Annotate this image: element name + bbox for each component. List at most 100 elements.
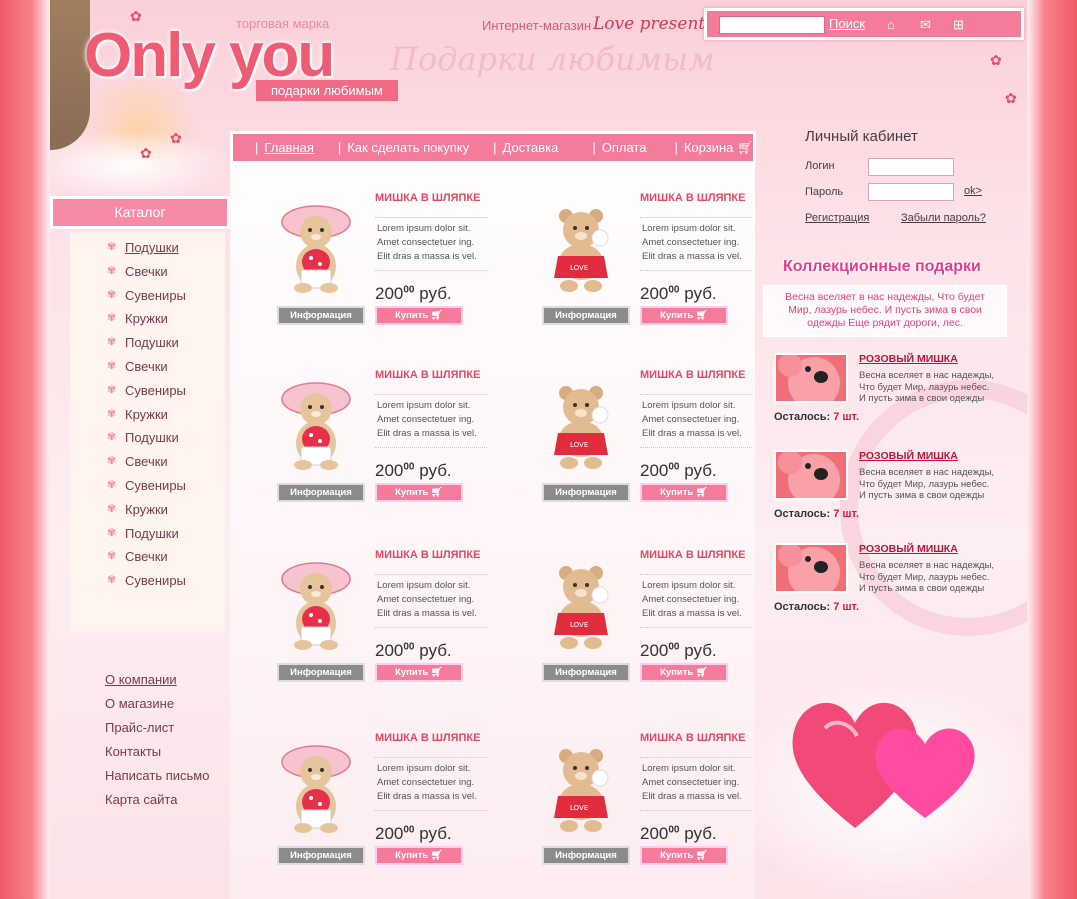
product-image[interactable]: LOVE xyxy=(544,740,618,834)
catalog-item-label: Подушки xyxy=(125,240,179,255)
search-input[interactable] xyxy=(719,16,825,34)
buy-button[interactable]: Купить 🛒︎ xyxy=(640,846,728,865)
buy-button[interactable]: Купить 🛒︎ xyxy=(375,306,463,325)
buy-button[interactable]: Купить 🛒︎ xyxy=(375,663,463,682)
buy-button[interactable]: Купить 🛒︎ xyxy=(640,483,728,502)
product-title[interactable]: МИШКА В ШЛЯПКЕ xyxy=(640,732,745,744)
flower-bullet-icon: ✾ xyxy=(107,502,117,515)
flower-bullet-icon: ✾ xyxy=(107,407,117,420)
catalog-item[interactable]: ✾ Сувениры xyxy=(107,478,186,493)
price-currency: руб. xyxy=(419,284,452,303)
price-currency: руб. xyxy=(419,641,452,660)
info-button[interactable]: Информация xyxy=(542,846,630,865)
gift-image[interactable] xyxy=(774,543,848,593)
info-button[interactable]: Информация xyxy=(277,483,365,502)
catalog-item[interactable]: ✾ Свечки xyxy=(107,549,168,564)
product-description-line: Elit dras a massa is vel. xyxy=(642,251,742,262)
product-image[interactable]: LOVE xyxy=(544,377,618,471)
gift-image[interactable] xyxy=(774,353,848,403)
nav-delivery[interactable]: | Доставка xyxy=(493,140,558,155)
nav-home[interactable]: | Главная xyxy=(255,140,314,155)
link-price-list[interactable]: Прайс-лист xyxy=(105,720,209,744)
price-value: 200 xyxy=(640,284,669,303)
buy-button[interactable]: Купить 🛒︎ xyxy=(375,483,463,502)
search-button[interactable]: Поиск xyxy=(829,16,865,31)
catalog-item[interactable]: ✾ Свечки xyxy=(107,264,168,279)
product-price: 20000 руб. xyxy=(640,824,717,844)
catalog-item[interactable]: ✾ Подушки xyxy=(107,335,179,350)
info-button[interactable]: Информация xyxy=(277,846,365,865)
catalog-item[interactable]: ✾ Кружки xyxy=(107,311,168,326)
catalog-item[interactable]: ✾ Подушки xyxy=(107,240,179,255)
product-card: LOVE МИШКА В ШЛЯПКЕ Lorem ipsum dolor sit.… xyxy=(520,732,770,899)
link-contacts[interactable]: Контакты xyxy=(105,744,209,768)
info-button[interactable]: Информация xyxy=(277,306,365,325)
gift-image[interactable] xyxy=(774,450,848,500)
link-about-shop[interactable]: О магазине xyxy=(105,696,209,720)
catalog-item[interactable]: ✾ Кружки xyxy=(107,407,168,422)
product-image[interactable] xyxy=(279,200,353,294)
product-description: Lorem ipsum dolor sit. Amet consectetuer … xyxy=(640,217,752,271)
cart-icon: 🛒︎ xyxy=(695,850,708,861)
catalog-item[interactable]: ✾ Сувениры xyxy=(107,383,186,398)
shop-label: Интернет-магазин xyxy=(482,18,592,33)
forgot-password-link[interactable]: Забыли пароль? xyxy=(901,212,986,224)
gift-title[interactable]: РОЗОВЫЙ МИШКА xyxy=(859,450,958,462)
product-image[interactable] xyxy=(279,557,353,651)
catalog-item[interactable]: ✾ Подушки xyxy=(107,526,179,541)
mail-icon[interactable]: ✉ xyxy=(920,17,931,33)
link-write-letter[interactable]: Написать письмо xyxy=(105,768,209,792)
login-ok-button[interactable]: ok> xyxy=(964,185,982,197)
catalog-item[interactable]: ✾ Свечки xyxy=(107,359,168,374)
sitemap-icon[interactable]: ⊞ xyxy=(953,17,964,33)
link-about-company[interactable]: О компании xyxy=(105,672,209,696)
catalog-item[interactable]: ✾ Кружки xyxy=(107,502,168,517)
login-field[interactable] xyxy=(868,158,954,176)
price-currency: руб. xyxy=(419,824,452,843)
product-image[interactable] xyxy=(279,740,353,834)
catalog-header: Каталог xyxy=(50,196,230,229)
gift-description: Весна вселяет в нас надежды, Что будет Ми… xyxy=(859,560,994,595)
nav-how-to-buy[interactable]: | Как сделать покупку xyxy=(338,140,469,155)
buy-button-label: Купить xyxy=(395,310,429,321)
product-image[interactable]: LOVE xyxy=(544,200,618,294)
catalog-item[interactable]: ✾ Подушки xyxy=(107,430,179,445)
info-button[interactable]: Информация xyxy=(542,663,630,682)
info-button[interactable]: Информация xyxy=(542,483,630,502)
info-button[interactable]: Информация xyxy=(542,306,630,325)
catalog-item-label: Сувениры xyxy=(125,478,186,493)
gift-description-line: И пусть зима в свои одежды xyxy=(859,583,985,594)
product-description-line: Amet consectetuer ing. xyxy=(642,414,740,425)
gift-title[interactable]: РОЗОВЫЙ МИШКА xyxy=(859,543,958,555)
catalog-item[interactable]: ✾ Свечки xyxy=(107,454,168,469)
product-title[interactable]: МИШКА В ШЛЯПКЕ xyxy=(640,549,745,561)
product-title[interactable]: МИШКА В ШЛЯПКЕ xyxy=(640,369,745,381)
buy-button[interactable]: Купить 🛒︎ xyxy=(375,846,463,865)
product-image[interactable] xyxy=(279,377,353,471)
gift-title[interactable]: РОЗОВЫЙ МИШКА xyxy=(859,353,958,365)
nav-payment[interactable]: | Оплата xyxy=(592,140,646,155)
nav-cart[interactable]: | Корзина 🛒︎ xyxy=(674,140,753,156)
gift-remaining: Осталось: 7 шт. xyxy=(774,411,859,423)
product-title[interactable]: МИШКА В ШЛЯПКЕ xyxy=(640,192,745,204)
catalog-item[interactable]: ✾ Сувениры xyxy=(107,288,186,303)
buy-button[interactable]: Купить 🛒︎ xyxy=(640,306,728,325)
remaining-count: 7 шт. xyxy=(833,601,860,613)
buy-button[interactable]: Купить 🛒︎ xyxy=(640,663,728,682)
product-title[interactable]: МИШКА В ШЛЯПКЕ xyxy=(375,549,480,561)
link-sitemap[interactable]: Карта сайта xyxy=(105,792,209,816)
price-cents: 00 xyxy=(403,641,415,653)
product-title[interactable]: МИШКА В ШЛЯПКЕ xyxy=(375,369,480,381)
home-icon[interactable]: ⌂ xyxy=(887,17,895,32)
product-description-line: Lorem ipsum dolor sit. xyxy=(377,223,471,234)
product-title[interactable]: МИШКА В ШЛЯПКЕ xyxy=(375,732,480,744)
register-link[interactable]: Регистрация xyxy=(805,212,869,224)
info-button[interactable]: Информация xyxy=(277,663,365,682)
product-title[interactable]: МИШКА В ШЛЯПКЕ xyxy=(375,192,480,204)
price-value: 200 xyxy=(375,824,404,843)
catalog-item[interactable]: ✾ Сувениры xyxy=(107,573,186,588)
product-price: 20000 руб. xyxy=(640,641,717,661)
page: ✿ ✿ ✿ ✿ ✿ торговая марка Only you подарк… xyxy=(50,0,1027,899)
password-field[interactable] xyxy=(868,183,954,201)
product-image[interactable]: LOVE xyxy=(544,557,618,651)
